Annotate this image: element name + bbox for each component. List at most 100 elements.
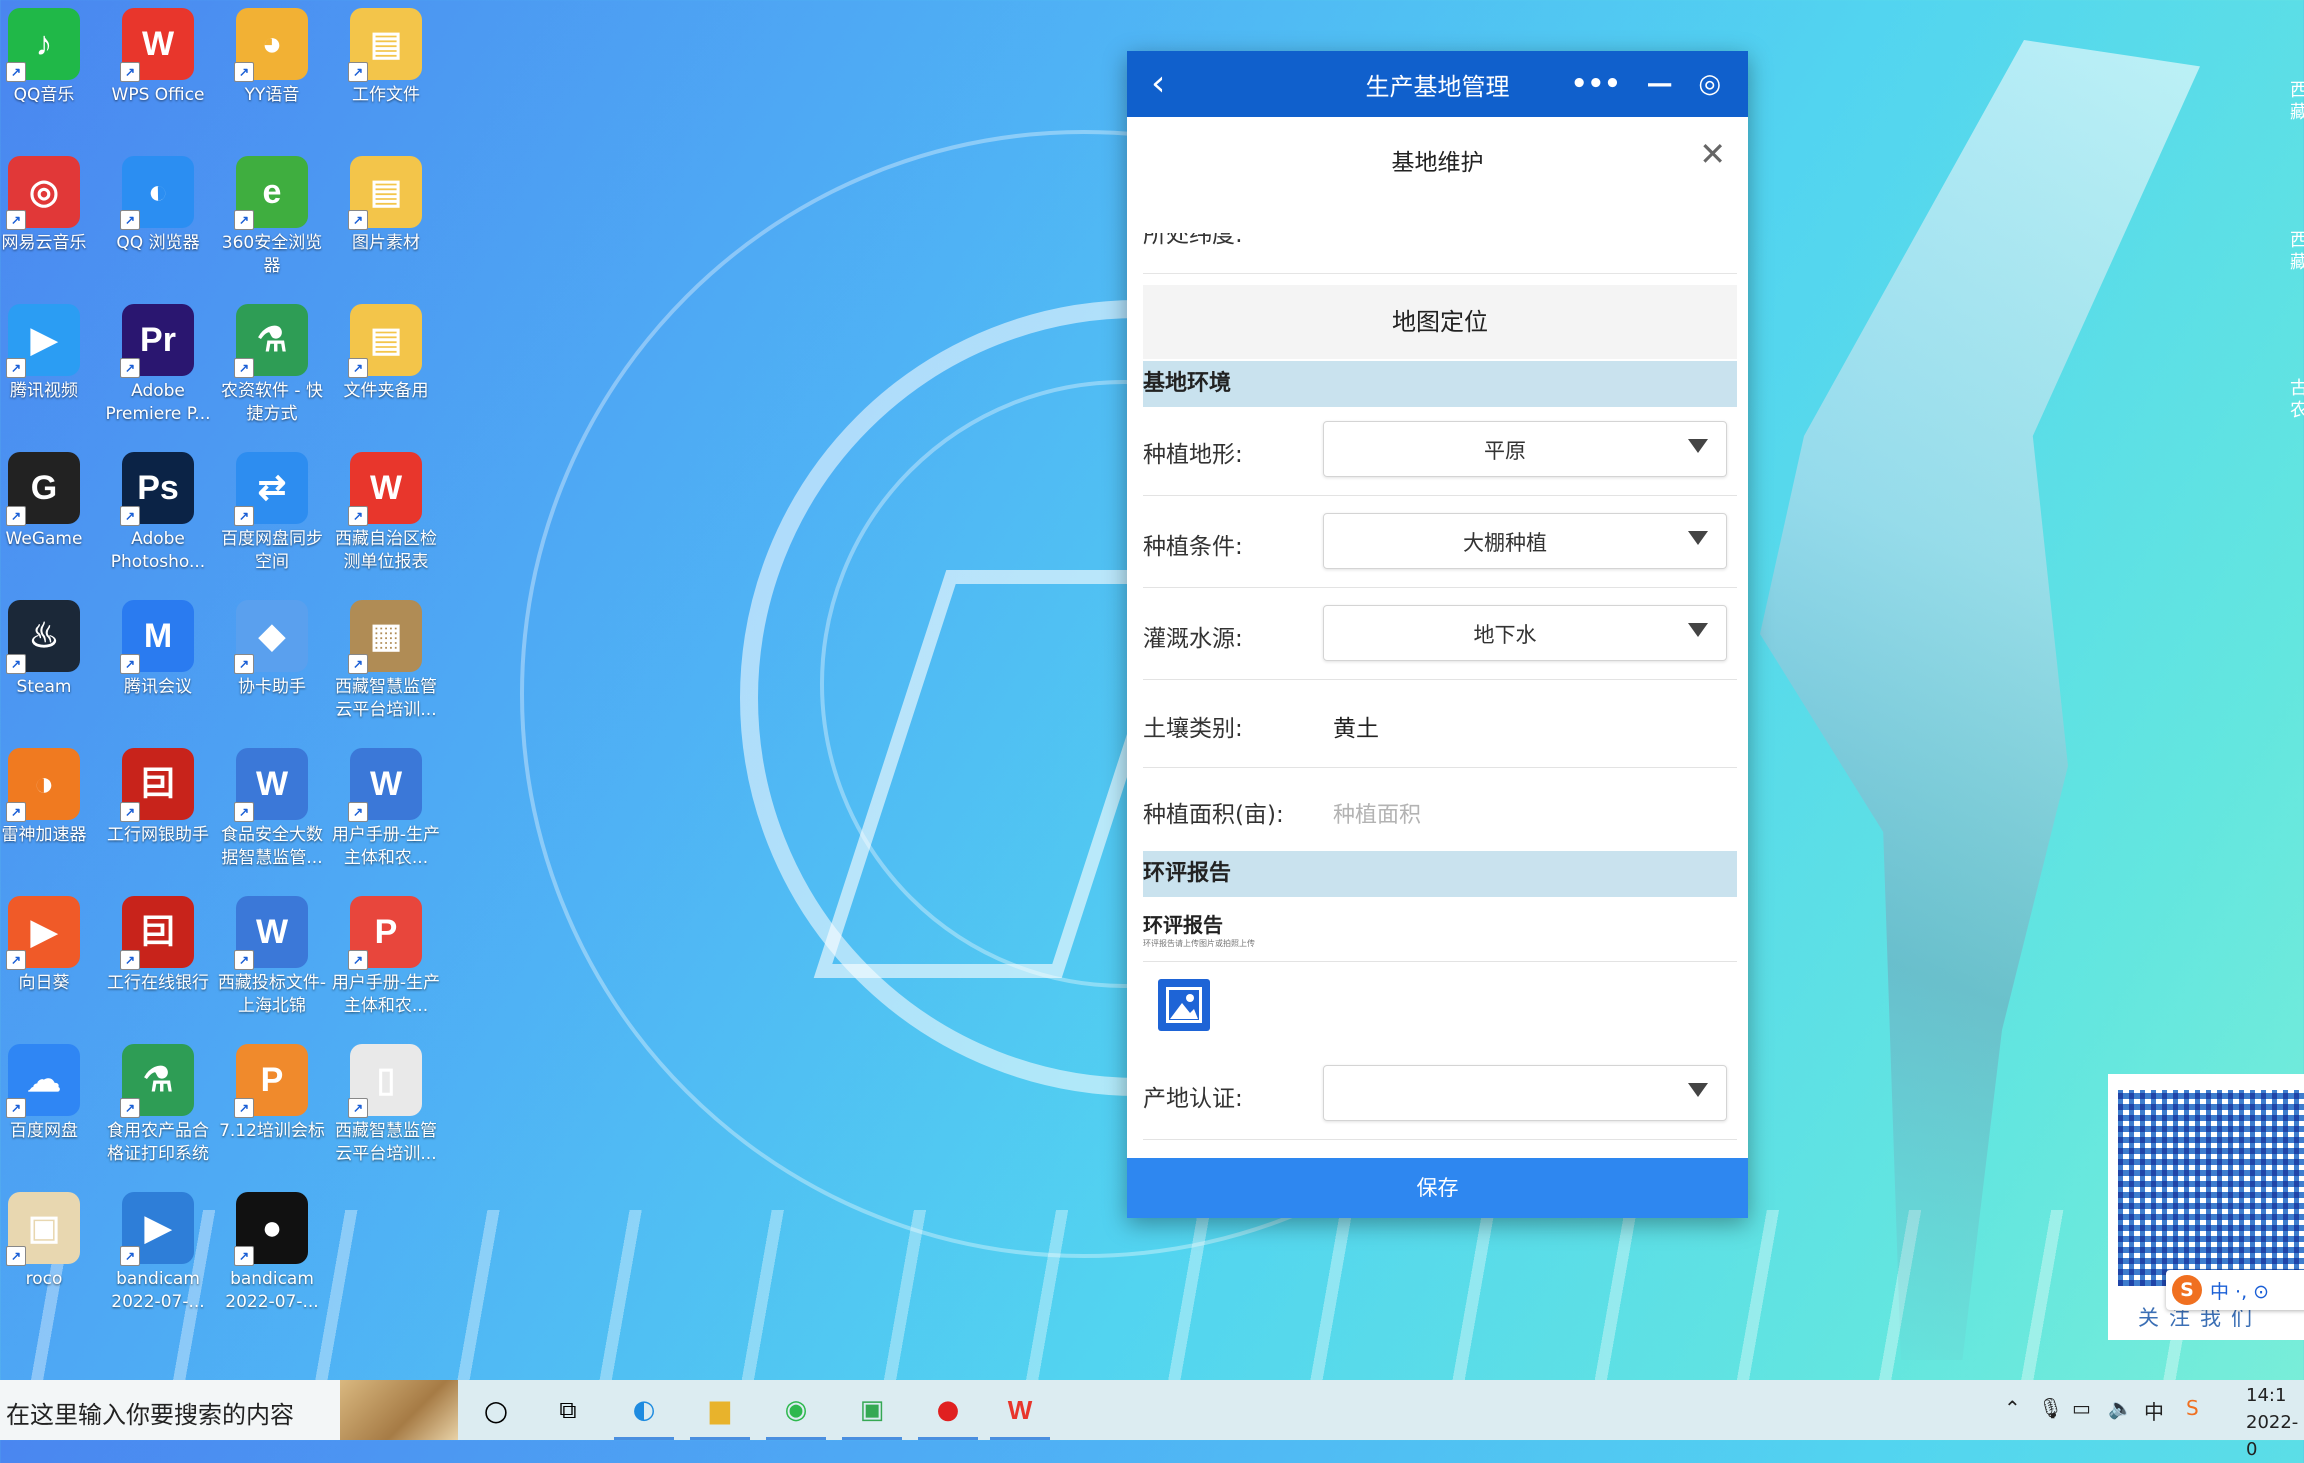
ime-toolbar[interactable]: S 中 ·, ⊙	[2166, 1270, 2304, 1310]
desktop-icon-label: 腾讯视频	[10, 381, 78, 401]
section-base-environment: 基地环境	[1143, 361, 1737, 407]
desktop-icon-label: 西藏智慧监管云平台培训...	[335, 677, 437, 720]
app-icon: ◕ ↗	[234, 8, 308, 82]
app-icon: W ↗	[234, 896, 308, 970]
cortana-icon[interactable]: ○	[476, 1390, 516, 1430]
desktop-icon[interactable]: W ↗ WPS Office	[102, 0, 214, 107]
desktop-icon[interactable]: ◆ ↗ 协卡助手	[216, 592, 328, 699]
dialog-title: 基地维护	[1391, 150, 1484, 176]
desktop-icon[interactable]: e ↗ 360安全浏览器	[216, 148, 328, 278]
desktop-icon[interactable]: ☁ ↗ 百度网盘	[0, 1036, 100, 1143]
desktop-icon-label: bandicam 2022-07-...	[111, 1269, 205, 1312]
close-app-icon[interactable]: ◎	[1698, 69, 1721, 99]
desktop-icon[interactable]: P ↗ 用户手册-生产主体和农...	[330, 888, 442, 1018]
clock[interactable]: 14:1 2022-0	[2246, 1382, 2304, 1463]
network-icon[interactable]: ▭	[2072, 1396, 2091, 1420]
shortcut-arrow-icon: ↗	[6, 358, 26, 378]
water-source-select[interactable]: 地下水	[1323, 605, 1727, 661]
microphone-icon[interactable]: 🎙	[2038, 1396, 2063, 1420]
wechat-icon[interactable]: ◉	[766, 1390, 826, 1440]
desktop-icon[interactable]: ▤ ↗ 文件夹备用	[330, 296, 442, 403]
minimize-icon[interactable]: —	[1647, 69, 1673, 99]
desktop-icon[interactable]: G ↗ WeGame	[0, 444, 100, 551]
desktop-icon[interactable]: W ↗ 西藏投标文件-上海北锦	[216, 888, 328, 1018]
file-explorer-icon[interactable]: ▆	[690, 1390, 750, 1440]
desktop-icon[interactable]: W ↗ 西藏自治区检测单位报表	[330, 444, 442, 574]
desktop-icon[interactable]: ◕ ↗ YY语音	[216, 0, 328, 107]
area-input[interactable]: 种植面积	[1333, 797, 1421, 829]
shortcut-arrow-icon: ↗	[234, 506, 254, 526]
edge-browser-icon[interactable]: ◐	[614, 1390, 674, 1440]
shortcut-arrow-icon: ↗	[6, 802, 26, 822]
latitude-row: 所处纬度:	[1143, 233, 1737, 274]
taskbar-search[interactable]: 在这里输入你要搜索的内容	[0, 1380, 458, 1440]
chevron-up-icon[interactable]: ⌃	[2004, 1396, 2021, 1420]
desktop-icon[interactable]: Pr ↗ Adobe Premiere P...	[102, 296, 214, 426]
desktop-icon-label: WPS Office	[111, 85, 205, 105]
desktop-icon[interactable]: ◑ ↗ 雷神加速器	[0, 740, 100, 847]
desktop-icon-label: 图片素材	[352, 233, 420, 253]
desktop-icon-label: 向日葵	[18, 973, 70, 993]
soil-label: 土壤类别:	[1143, 716, 1243, 742]
desktop-icon-label: WeGame	[5, 529, 83, 549]
desktop-icon[interactable]: Ps ↗ Adobe Photosho...	[102, 444, 214, 574]
desktop-icon-label: 腾讯会议	[124, 677, 192, 697]
desktop-icon-label: 雷神加速器	[1, 825, 87, 845]
image-upload-icon[interactable]	[1158, 979, 1210, 1031]
desktop-icon[interactable]: ◐ ↗ QQ 浏览器	[102, 148, 214, 255]
desktop-icon[interactable]: W ↗ 食品安全大数据智慧监管...	[216, 740, 328, 870]
close-icon[interactable]: ✕	[1699, 135, 1726, 173]
desktop-icon[interactable]: ▶ ↗ 腾讯视频	[0, 296, 100, 403]
desktop-icon[interactable]: 囙 ↗ 工行网银助手	[102, 740, 214, 847]
terrain-select[interactable]: 平原	[1323, 421, 1727, 477]
app-icon: ▤ ↗	[348, 304, 422, 378]
shortcut-arrow-icon: ↗	[234, 358, 254, 378]
desktop-icon[interactable]: ▤ ↗ 工作文件	[330, 0, 442, 107]
desktop-icon[interactable]: ▣ ↗ roco	[0, 1184, 100, 1291]
terrain-row: 种植地形: 平原	[1143, 407, 1737, 496]
desktop-icon-label: 协卡助手	[238, 677, 306, 697]
search-input[interactable]: 在这里输入你要搜索的内容	[6, 1395, 294, 1430]
volume-icon[interactable]: 🔈	[2108, 1396, 2133, 1420]
desktop-icon[interactable]: W ↗ 用户手册-生产主体和农...	[330, 740, 442, 870]
save-button[interactable]: 保存	[1127, 1158, 1748, 1218]
report-hint: 环评报告请上传图片或拍照上传	[1143, 939, 1255, 948]
app-icon: Ps ↗	[120, 452, 194, 526]
area-row: 种植面积(亩): 种植面积	[1143, 769, 1737, 854]
wps-icon[interactable]: W	[990, 1390, 1050, 1440]
desktop-icon[interactable]: ♪ ↗ QQ音乐	[0, 0, 100, 107]
bandicam-icon[interactable]: ●	[918, 1390, 978, 1440]
desktop-icon[interactable]: ▯ ↗ 西藏智慧监管云平台培训...	[330, 1036, 442, 1166]
sogou-tray-icon[interactable]: S	[2186, 1396, 2199, 1420]
desktop-icon[interactable]: ▶ ↗ 向日葵	[0, 888, 100, 995]
condition-row: 种植条件: 大棚种植	[1143, 499, 1737, 588]
desktop-icon[interactable]: ♨ ↗ Steam	[0, 592, 100, 699]
ime-indicator[interactable]: 中	[2144, 1396, 2164, 1425]
desktop-icon-label: Adobe Photosho...	[110, 529, 206, 572]
desktop-icon[interactable]: ▶ ↗ bandicam 2022-07-...	[102, 1184, 214, 1314]
desktop-icon[interactable]: ⇄ ↗ 百度网盘同步空间	[216, 444, 328, 574]
task-view-icon[interactable]: ⧉	[548, 1390, 588, 1430]
desktop-icon[interactable]: ◎ ↗ 网易云音乐	[0, 148, 100, 255]
condition-select[interactable]: 大棚种植	[1323, 513, 1727, 569]
clock-time: 14:1	[2246, 1385, 2287, 1406]
desktop-icon[interactable]: M ↗ 腾讯会议	[102, 592, 214, 699]
miniapp-window: ‹ 生产基地管理 ••• — ◎ 基地维护 ✕ 所处纬度: 地图定位 基地环境 …	[1127, 51, 1748, 1218]
app-icon: P ↗	[348, 896, 422, 970]
app-icon: G ↗	[6, 452, 80, 526]
desktop-icon[interactable]: P ↗ 7.12培训会标	[216, 1036, 328, 1143]
desktop-icon[interactable]: ⚗ ↗ 农资软件 - 快捷方式	[216, 296, 328, 426]
clock-date: 2022-0	[2246, 1412, 2299, 1460]
shortcut-arrow-icon: ↗	[348, 506, 368, 526]
desktop-icon[interactable]: ▤ ↗ 图片素材	[330, 148, 442, 255]
origin-cert-row: 产地认证:	[1143, 1051, 1737, 1140]
desktop-icon[interactable]: 囙 ↗ 工行在线银行	[102, 888, 214, 995]
desktop-icon-label: 西藏智慧监管云平台培训...	[335, 1121, 437, 1164]
origin-cert-select[interactable]	[1323, 1065, 1727, 1121]
map-locate-button[interactable]: 地图定位	[1143, 285, 1737, 359]
desktop-icon[interactable]: ● ↗ bandicam 2022-07-...	[216, 1184, 328, 1314]
more-icon[interactable]: •••	[1571, 69, 1621, 99]
desktop-icon[interactable]: ⚗ ↗ 食用农产品合格证打印系统	[102, 1036, 214, 1166]
map-app-icon[interactable]: ▣	[842, 1390, 902, 1440]
desktop-icon[interactable]: ▦ ↗ 西藏智慧监管云平台培训...	[330, 592, 442, 722]
